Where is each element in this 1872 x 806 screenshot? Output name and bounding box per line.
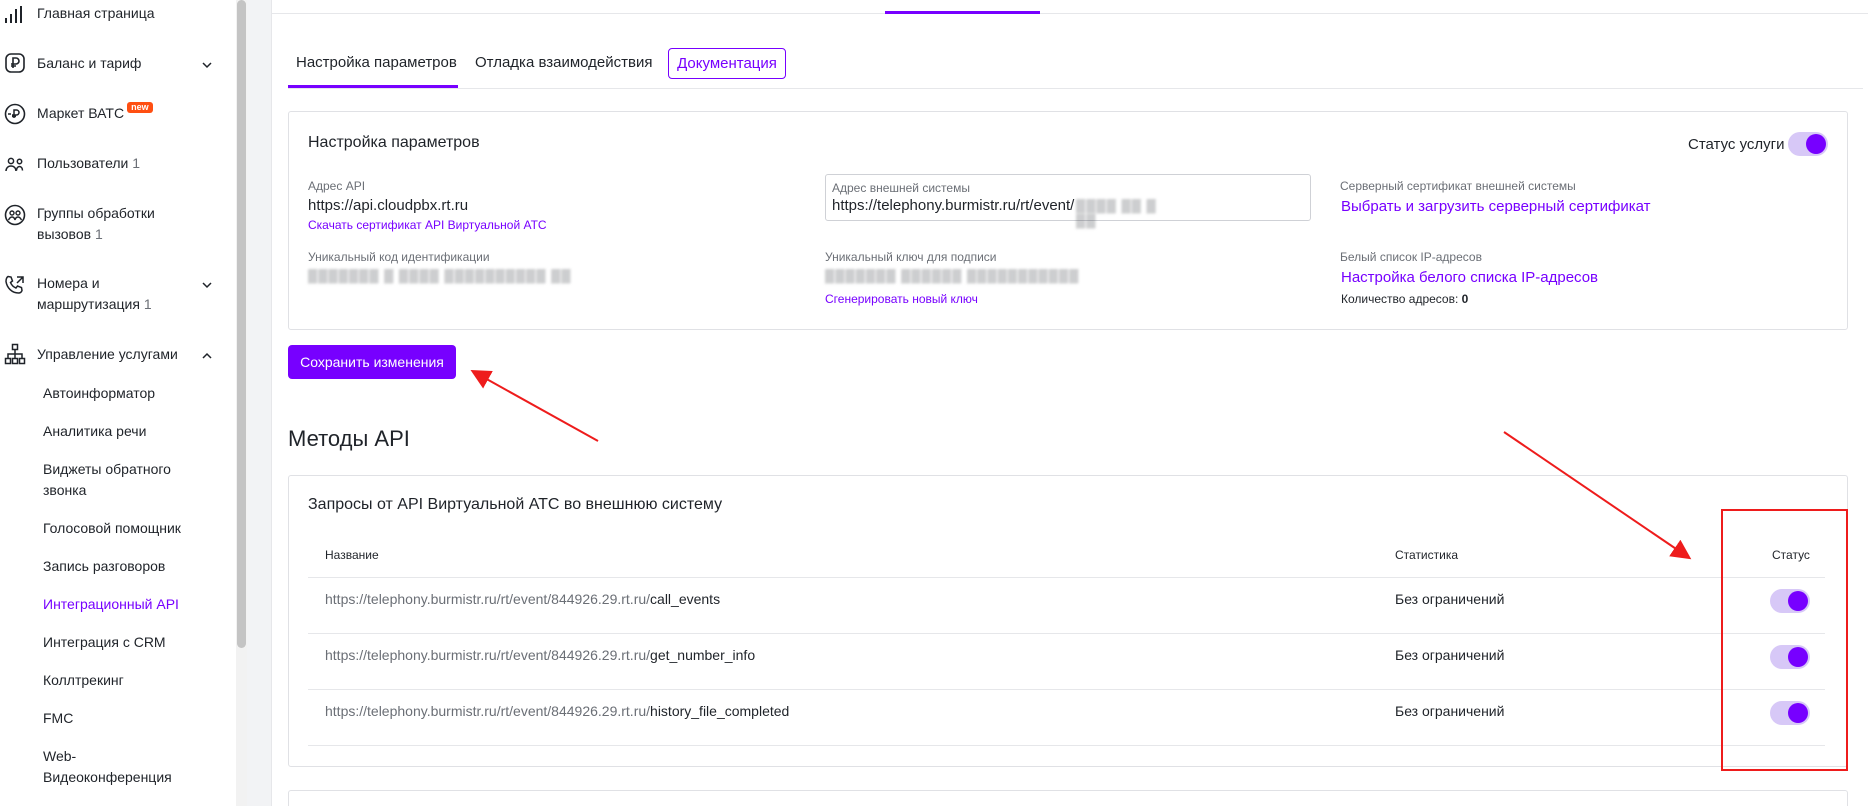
whitelist-label: Белый список IP-адресов xyxy=(1340,250,1482,264)
sidebar-item-home[interactable]: Главная страница xyxy=(0,3,230,27)
table-row-url: https://telephony.burmistr.ru/rt/event/8… xyxy=(325,589,720,609)
redacted-value: ▒▒▒▒ ▒▒ ▒ ▒▒ xyxy=(1076,198,1157,228)
redacted-unique-key: ▒▒▒▒▒▒▒ ▒▒▒▒▒▒ ▒▒▒▒▒▒▒▒▒▒▒ xyxy=(825,268,1080,283)
sidebar-item-count: 1 xyxy=(132,155,141,171)
top-tabs-divider xyxy=(271,13,1868,14)
toggle-knob xyxy=(1806,134,1826,154)
sidebar-item-services[interactable]: Управление услугами xyxy=(0,342,230,368)
table-row-url: https://telephony.burmistr.ru/rt/event/8… xyxy=(325,645,755,665)
url-base: https://telephony.burmistr.ru/rt/event/8… xyxy=(325,703,651,719)
table-divider xyxy=(308,745,1825,746)
new-badge: new xyxy=(127,102,153,113)
url-base: https://telephony.burmistr.ru/rt/event/8… xyxy=(325,647,651,663)
annotation-highlight-box xyxy=(1721,509,1848,771)
chart-bars-icon xyxy=(3,3,27,27)
tab-active-underline xyxy=(288,85,458,88)
sidebar-item-balance[interactable]: Баланс и тариф xyxy=(0,53,230,77)
whitelist-link[interactable]: Настройка белого списка IP-адресов xyxy=(1341,268,1598,287)
service-status-toggle[interactable] xyxy=(1788,132,1828,156)
sidebar-item-market[interactable]: Маркет ВАТС new xyxy=(0,102,230,127)
methods-panel-title: Запросы от API Виртуальной АТС во внешню… xyxy=(308,496,723,513)
service-status-label: Статус услуги xyxy=(1688,136,1785,153)
sidebar-item-label: Номера и маршрутизация xyxy=(37,275,140,312)
app-root: Главная страница Баланс и тариф Маркет В… xyxy=(0,0,1872,806)
url-base: https://telephony.burmistr.ru/rt/event/8… xyxy=(325,591,651,607)
tab-params[interactable]: Настройка параметров xyxy=(296,53,457,73)
sidebar-sub-item[interactable]: Запись разговоров xyxy=(43,556,223,577)
sidebar-sub-item[interactable]: Автоинформатор xyxy=(43,383,223,404)
sidebar-sub-item[interactable]: Аналитика речи xyxy=(43,421,223,442)
sidebar-item-count: 1 xyxy=(94,226,103,242)
table-row-stats: Без ограничений xyxy=(1395,591,1505,607)
sidebar-sub-item[interactable]: FMC xyxy=(43,708,223,729)
column-header-name: Название xyxy=(325,548,379,562)
phone-routing-icon xyxy=(3,273,27,297)
table-row-stats: Без ограничений xyxy=(1395,647,1505,663)
methods-panel xyxy=(288,475,1848,767)
address-count-label: Количество адресов: xyxy=(1341,292,1459,306)
call-group-icon xyxy=(3,203,27,227)
table-divider xyxy=(308,577,1825,578)
sidebar-item-numbers[interactable]: Номера и маршрутизация 1 xyxy=(0,273,230,317)
sidebar-item-label: Управление услугами xyxy=(37,346,178,362)
unique-key-label: Уникальный ключ для подписи xyxy=(825,250,997,264)
hierarchy-icon xyxy=(3,342,27,366)
table-divider xyxy=(308,689,1825,690)
sidebar-item-label: Баланс и тариф xyxy=(37,55,142,71)
sidebar-item-label: Маркет ВАТС xyxy=(37,105,125,121)
sidebar-item-label: Пользователи xyxy=(37,155,129,171)
server-cert-label: Серверный сертификат внешней системы xyxy=(1340,179,1576,193)
chevron-down-icon xyxy=(200,57,214,71)
sidebar-sub-item[interactable]: Коллтрекинг xyxy=(43,670,223,691)
table-row-stats: Без ограничений xyxy=(1395,703,1505,719)
settings-title: Настройка параметров xyxy=(308,134,480,151)
methods-heading: Методы API xyxy=(288,426,410,451)
sidebar-sub-item-active[interactable]: Интеграционный API xyxy=(43,594,223,615)
generate-key-link[interactable]: Сгенерировать новый ключ xyxy=(825,292,978,307)
url-method: history_file_completed xyxy=(650,703,790,719)
ext-address-label: Адрес внешней системы xyxy=(832,181,970,195)
sidebar-sub-item[interactable]: Интеграция с CRM xyxy=(43,632,223,653)
sidebar-sub-item[interactable]: Web-Видеоконференция xyxy=(43,746,172,788)
chevron-up-icon xyxy=(200,348,214,362)
api-address-value: https://api.cloudpbx.rt.ru xyxy=(308,197,469,214)
download-cert-link[interactable]: Скачать сертификат API Виртуальной АТС xyxy=(308,218,547,233)
market-icon xyxy=(3,102,27,126)
sidebar-item-call-groups[interactable]: Группы обработки вызовов 1 xyxy=(0,203,230,247)
sidebar-item-count: 1 xyxy=(143,296,152,312)
address-count-value: 0 xyxy=(1461,292,1469,306)
table-row-url: https://telephony.burmistr.ru/rt/event/8… xyxy=(325,701,789,721)
ruble-document-icon xyxy=(3,51,27,75)
sidebar-scrollbar-thumb[interactable] xyxy=(237,0,246,648)
redacted-unique-code: ▒▒▒▒▒▒▒ ▒ ▒▒▒▒ ▒▒▒▒▒▒▒▒▒▒ ▒▒ xyxy=(308,268,572,283)
sidebar: Главная страница Баланс и тариф Маркет В… xyxy=(0,0,236,806)
top-tab-active-indicator xyxy=(885,11,1040,14)
ext-address-value: https://telephony.burmistr.ru/rt/event/ xyxy=(832,197,1075,214)
content-gutter xyxy=(247,0,271,806)
api-address-label: Адрес API xyxy=(308,179,366,193)
column-header-stats: Статистика xyxy=(1395,548,1459,562)
url-method: call_events xyxy=(650,591,721,607)
tab-docs-button[interactable]: Документация xyxy=(668,48,786,79)
tabs-divider xyxy=(288,88,1863,89)
sidebar-item-label: Главная страница xyxy=(37,5,155,21)
next-panel-edge xyxy=(288,790,1848,806)
tab-debug[interactable]: Отладка взаимодействия xyxy=(475,53,653,73)
server-cert-link[interactable]: Выбрать и загрузить серверный сертификат xyxy=(1341,197,1651,216)
sidebar-item-users[interactable]: Пользователи 1 xyxy=(0,153,230,177)
url-method: get_number_info xyxy=(650,647,756,663)
users-icon xyxy=(3,152,27,176)
chevron-down-icon xyxy=(200,277,214,291)
sidebar-sub-item[interactable]: Голосовой помощник xyxy=(43,518,223,539)
unique-code-label: Уникальный код идентификации xyxy=(308,250,490,264)
table-divider xyxy=(308,633,1825,634)
save-changes-button[interactable]: Сохранить изменения xyxy=(288,345,456,379)
sidebar-sub-item[interactable]: Виджеты обратного звонка xyxy=(43,459,193,501)
